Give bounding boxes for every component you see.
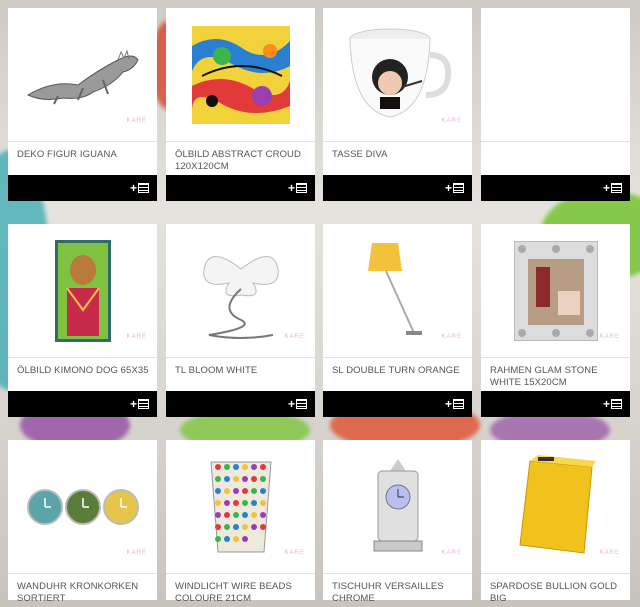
product-name[interactable]: SPARDOSE BULLION GOLD BIG bbox=[490, 581, 626, 605]
plus-icon: + bbox=[444, 181, 452, 195]
product-card[interactable]: KARE SL DOUBLE TURN ORANGE + bbox=[323, 224, 472, 417]
product-card[interactable]: KARE TISCHUHR VERSAILLES CHROME bbox=[323, 440, 472, 604]
watermark-logo: KARE bbox=[126, 334, 147, 340]
product-image[interactable]: KARE bbox=[323, 224, 472, 358]
product-card[interactable]: KARE ÖLBILD KIMONO DOG 65X35 + bbox=[8, 224, 157, 417]
plus-icon: + bbox=[602, 181, 610, 195]
product-card[interactable]: KARE TL BLOOM WHITE + bbox=[166, 224, 315, 417]
add-to-list-button[interactable]: + bbox=[445, 182, 464, 194]
plus-icon: + bbox=[129, 397, 137, 411]
product-image[interactable]: KARE bbox=[481, 440, 630, 574]
product-card[interactable]: KARE DEKO FIGUR IGUANA + bbox=[8, 8, 157, 201]
add-to-list-button[interactable]: + bbox=[130, 398, 149, 410]
product-image[interactable] bbox=[166, 8, 315, 142]
product-action-bar: + bbox=[323, 175, 472, 201]
plus-icon: + bbox=[444, 397, 452, 411]
product-image[interactable]: KARE bbox=[481, 224, 630, 358]
product-name[interactable]: DEKO FIGUR IGUANA bbox=[17, 149, 153, 161]
add-to-list-button[interactable]: + bbox=[603, 398, 622, 410]
plus-icon: + bbox=[287, 397, 295, 411]
plus-icon: + bbox=[602, 397, 610, 411]
product-action-bar: + bbox=[8, 391, 157, 417]
list-icon bbox=[453, 399, 464, 409]
product-name[interactable]: TASSE DIVA bbox=[332, 149, 468, 161]
product-action-bar: + bbox=[166, 175, 315, 201]
product-card[interactable]: + bbox=[481, 8, 630, 201]
product-image[interactable]: KARE bbox=[8, 224, 157, 358]
product-name[interactable]: WINDLICHT WIRE BEADS COLOURE 21CM bbox=[175, 581, 311, 605]
add-to-list-button[interactable]: + bbox=[130, 182, 149, 194]
product-image[interactable]: KARE bbox=[166, 224, 315, 358]
product-image[interactable]: KARE bbox=[166, 440, 315, 574]
product-action-bar: + bbox=[481, 175, 630, 201]
watermark-logo: KARE bbox=[284, 550, 305, 556]
product-card[interactable]: KARE WINDLICHT WIRE BEADS COLOURE 21CM bbox=[166, 440, 315, 604]
product-action-bar: + bbox=[323, 391, 472, 417]
watermark-logo: KARE bbox=[126, 118, 147, 124]
product-name[interactable]: RAHMEN GLAM STONE WHITE 15X20CM bbox=[490, 365, 626, 389]
product-name[interactable]: SL DOUBLE TURN ORANGE bbox=[332, 365, 468, 377]
add-to-list-button[interactable]: + bbox=[603, 182, 622, 194]
product-grid: KARE DEKO FIGUR IGUANA + ÖLBILD ABSTRACT C… bbox=[0, 0, 640, 607]
watermark-logo: KARE bbox=[599, 334, 620, 340]
product-name[interactable]: TISCHUHR VERSAILLES CHROME bbox=[332, 581, 468, 605]
product-name[interactable]: WANDUHR KRONKORKEN SORTIERT bbox=[17, 581, 153, 605]
list-icon bbox=[453, 183, 464, 193]
add-to-list-button[interactable]: + bbox=[445, 398, 464, 410]
watermark-logo: KARE bbox=[284, 334, 305, 340]
list-icon bbox=[296, 183, 307, 193]
plus-icon: + bbox=[287, 181, 295, 195]
product-card[interactable]: KARE TASSE DIVA + bbox=[323, 8, 472, 201]
product-image[interactable]: KARE bbox=[323, 440, 472, 574]
watermark-logo: KARE bbox=[126, 550, 147, 556]
list-icon bbox=[138, 183, 149, 193]
add-to-list-button[interactable]: + bbox=[288, 398, 307, 410]
product-image[interactable]: KARE bbox=[323, 8, 472, 142]
product-image[interactable]: KARE bbox=[8, 440, 157, 574]
watermark-logo: KARE bbox=[441, 334, 462, 340]
product-name[interactable]: ÖLBILD ABSTRACT CROUD 120X120CM bbox=[175, 149, 311, 173]
list-icon bbox=[611, 399, 622, 409]
product-name[interactable]: ÖLBILD KIMONO DOG 65X35 bbox=[17, 365, 153, 377]
product-card[interactable]: ÖLBILD ABSTRACT CROUD 120X120CM + bbox=[166, 8, 315, 201]
product-action-bar: + bbox=[8, 175, 157, 201]
watermark-logo: KARE bbox=[441, 550, 462, 556]
product-image-empty[interactable] bbox=[481, 8, 630, 142]
product-image[interactable]: KARE bbox=[8, 8, 157, 142]
watermark-logo: KARE bbox=[441, 118, 462, 124]
plus-icon: + bbox=[129, 181, 137, 195]
list-icon bbox=[611, 183, 622, 193]
product-action-bar: + bbox=[166, 391, 315, 417]
list-icon bbox=[296, 399, 307, 409]
product-card[interactable]: KARE RAHMEN GLAM STONE WHITE 15X20CM + bbox=[481, 224, 630, 417]
product-action-bar: + bbox=[481, 391, 630, 417]
add-to-list-button[interactable]: + bbox=[288, 182, 307, 194]
product-card[interactable]: KARE SPARDOSE BULLION GOLD BIG bbox=[481, 440, 630, 604]
product-card[interactable]: KARE WANDUHR KRONKORKEN SORTIERT bbox=[8, 440, 157, 604]
list-icon bbox=[138, 399, 149, 409]
watermark-logo: KARE bbox=[599, 550, 620, 556]
product-name[interactable]: TL BLOOM WHITE bbox=[175, 365, 311, 377]
